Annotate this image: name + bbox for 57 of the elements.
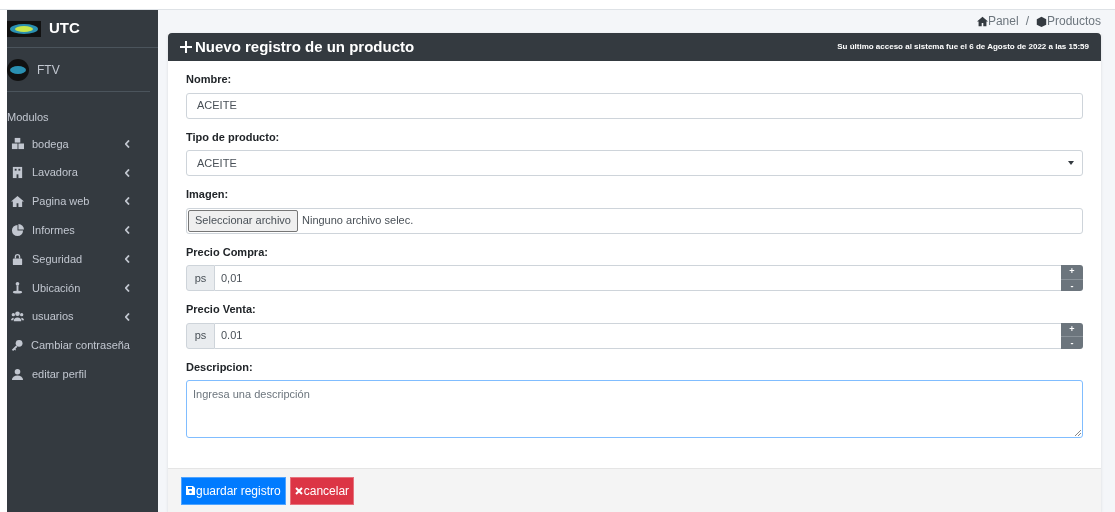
building-icon [11, 166, 24, 180]
select-field[interactable]: ACEITE [186, 150, 1083, 176]
sidebar-item[interactable]: Lavadora [7, 158, 158, 188]
card-title: Nuevo registro de un producto [195, 36, 415, 57]
prefix-addon: ps [186, 322, 215, 349]
key-icon [11, 338, 23, 352]
sidebar-item[interactable]: bodega [7, 129, 158, 159]
home-icon [11, 195, 24, 208]
pie-chart-icon [11, 223, 24, 237]
increment-button[interactable]: + [1061, 322, 1083, 337]
brand-name[interactable]: UTC [49, 17, 80, 40]
lock-icon [11, 252, 24, 266]
cancel-button[interactable]: cancelar [289, 476, 355, 505]
save-icon [186, 486, 195, 495]
choose-file-button[interactable]: Seleccionar archivo [188, 209, 298, 232]
sidebar-item[interactable]: Cambiar contraseña [7, 331, 158, 360]
file-status-text: Ninguno archivo selec. [302, 213, 414, 229]
caret-down-icon [1068, 161, 1074, 165]
sidebar-item[interactable]: usuarios [7, 302, 158, 332]
field-label: Descripcion: [186, 359, 254, 375]
description-textarea[interactable]: Ingresa una descripción [186, 380, 1083, 438]
field-label: Precio Compra: [186, 244, 269, 260]
sidebar-item[interactable]: Seguridad [7, 244, 158, 274]
field-label: Imagen: [186, 187, 230, 202]
breadcrumb-link[interactable]: Productos [1046, 12, 1101, 30]
field-label: Tipo de producto: [186, 129, 281, 145]
decrement-button[interactable]: - [1061, 337, 1083, 351]
section-label: Modulos [7, 110, 50, 125]
pin-icon [11, 281, 24, 295]
avatar-icon [7, 58, 29, 81]
input-field[interactable]: ACEITE [186, 92, 1083, 119]
increment-button[interactable]: + [1061, 265, 1083, 280]
plus-icon [180, 41, 192, 53]
number-input-field[interactable]: 0.01 [215, 322, 1061, 349]
close-icon [294, 486, 303, 495]
home-icon [976, 15, 988, 27]
field-label: Nombre: [186, 72, 233, 87]
resize-handle-icon[interactable] [1074, 429, 1081, 436]
number-input-field[interactable]: 0,01 [215, 265, 1061, 291]
sidebar-item[interactable]: editar perfil [7, 359, 158, 389]
box-icon [1035, 15, 1047, 27]
decrement-button[interactable]: - [1061, 279, 1083, 293]
file-field[interactable]: Seleccionar archivo Ninguno archivo selec. [186, 207, 1083, 234]
logo-icon [7, 20, 41, 37]
save-button[interactable]: guardar registro [181, 476, 286, 505]
user-icon [11, 367, 24, 381]
sidebar-item[interactable]: Informes [7, 215, 158, 245]
user-name[interactable]: FTV [37, 60, 60, 79]
sidebar-item[interactable]: Ubicación [7, 273, 158, 303]
breadcrumb-link[interactable]: Panel [987, 12, 1019, 30]
boxes-icon [11, 137, 24, 151]
breadcrumb-separator: / [1025, 13, 1029, 30]
prefix-addon: ps [186, 265, 215, 291]
field-label: Precio Venta: [186, 302, 257, 317]
sidebar-item[interactable]: Pagina web [7, 187, 158, 216]
last-access-text: Su último acceso al sistema fue el 6 de Agosto de 2022 a las 15:59 [837, 41, 1089, 53]
users-icon [11, 310, 24, 324]
